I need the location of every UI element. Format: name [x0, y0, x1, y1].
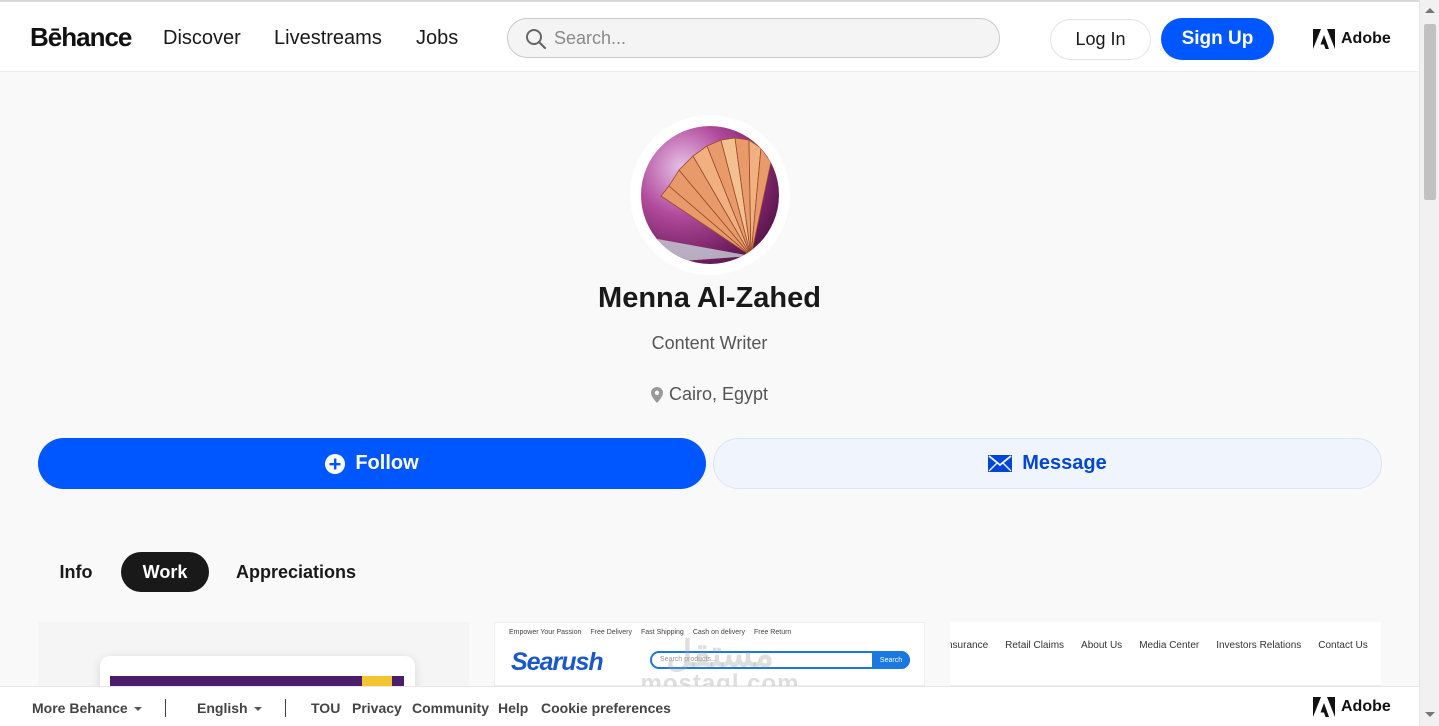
thumbnail-logo: Searush [511, 648, 604, 676]
adobe-logo-icon [1313, 697, 1335, 717]
footer-divider [285, 699, 286, 717]
thumbnail-chip [362, 676, 392, 686]
location-pin-icon [650, 386, 663, 403]
adobe-label: Adobe [1341, 30, 1391, 47]
thumbnail-top-links: Empower Your Passion Free Delivery Fast … [509, 629, 791, 636]
thumbnail-banner [110, 676, 404, 686]
profile-name: Menna Al-Zahed [598, 282, 821, 314]
nav-discover[interactable]: Discover [163, 27, 241, 50]
book-pages-image [641, 137, 772, 264]
footer-adobe-link[interactable]: Adobe [1313, 697, 1391, 717]
thumbnail-search: Search products... Search [650, 651, 910, 669]
profile-title: Content Writer [651, 333, 768, 353]
thumbnail-link: Fast Shipping [641, 629, 684, 636]
thumbnail-link: Empower Your Passion [509, 629, 582, 636]
nav-jobs[interactable]: Jobs [416, 27, 458, 50]
envelope-icon [988, 455, 1013, 472]
footer: More Behance English TOU Privacy Communi… [0, 686, 1419, 726]
search-icon [526, 29, 547, 50]
message-button[interactable]: Message [713, 438, 1382, 489]
scroll-down-arrow-icon[interactable] [1425, 712, 1435, 717]
project-card[interactable]: nsurance Retail Claims About Us Media Ce… [950, 622, 1381, 686]
profile-location: Cairo, Egypt [0, 384, 1419, 405]
thumbnail-nav-item: Media Center [1139, 640, 1200, 651]
location-text: Cairo, Egypt [668, 384, 769, 404]
thumbnail-nav: nsurance Retail Claims About Us Media Ce… [950, 640, 1368, 651]
nav-livestreams[interactable]: Livestreams [274, 27, 382, 50]
project-card[interactable] [38, 622, 469, 686]
login-button[interactable]: Log In [1050, 19, 1151, 60]
footer-link-privacy[interactable]: Privacy [352, 700, 402, 716]
footer-divider [165, 699, 166, 717]
thumbnail-nav-item: Retail Claims [1005, 640, 1065, 651]
behance-logo[interactable]: Bēhance [30, 22, 132, 53]
thumbnail-nav-item: Contact Us [1318, 640, 1368, 651]
footer-link-tou[interactable]: TOU [311, 700, 340, 716]
avatar [641, 126, 779, 264]
more-behance-label: More Behance [32, 700, 128, 716]
more-behance-menu[interactable]: More Behance [32, 700, 142, 716]
scroll-up-arrow-icon[interactable] [1425, 8, 1435, 13]
footer-link-cookie-preferences[interactable]: Cookie preferences [541, 700, 671, 716]
tab-appreciations[interactable]: Appreciations [228, 552, 364, 592]
tab-work[interactable]: Work [121, 552, 209, 592]
thumbnail-link: Free Return [753, 629, 792, 636]
search-input[interactable] [554, 19, 984, 57]
page-scrollbar[interactable] [1419, 0, 1439, 726]
language-label: English [197, 700, 248, 716]
project-card[interactable]: Empower Your Passion Free Delivery Fast … [494, 622, 925, 686]
caret-down-icon [253, 707, 262, 712]
footer-link-help[interactable]: Help [498, 700, 528, 716]
footer-link-community[interactable]: Community [412, 700, 489, 716]
message-label: Message [1022, 452, 1107, 474]
thumbnail-nav-item: nsurance [950, 640, 989, 651]
top-header: Bēhance Discover Livestreams Jobs Log In… [0, 0, 1419, 72]
tab-info[interactable]: Info [46, 552, 106, 592]
thumbnail-link: Cash on delivery [692, 629, 745, 636]
thumbnail-nav-item: About Us [1081, 640, 1123, 651]
language-selector[interactable]: English [197, 700, 262, 716]
signup-button[interactable]: Sign Up [1161, 18, 1274, 60]
project-thumbnail [100, 656, 415, 686]
adobe-link[interactable]: Adobe [1313, 29, 1391, 49]
caret-down-icon [133, 707, 142, 712]
plus-circle-icon [325, 453, 346, 474]
search-bar[interactable] [507, 18, 1000, 58]
thumbnail-link: Free Delivery [590, 629, 633, 636]
adobe-logo-icon [1313, 29, 1335, 49]
scrollbar-thumb[interactable] [1424, 24, 1436, 200]
thumbnail-search-button: Search [872, 651, 910, 669]
thumbnail-nav-item: Investors Relations [1216, 640, 1302, 651]
follow-button[interactable]: Follow [38, 438, 706, 489]
footer-adobe-label: Adobe [1341, 698, 1391, 715]
follow-label: Follow [355, 452, 419, 474]
thumbnail-search-placeholder: Search products... [660, 656, 717, 663]
